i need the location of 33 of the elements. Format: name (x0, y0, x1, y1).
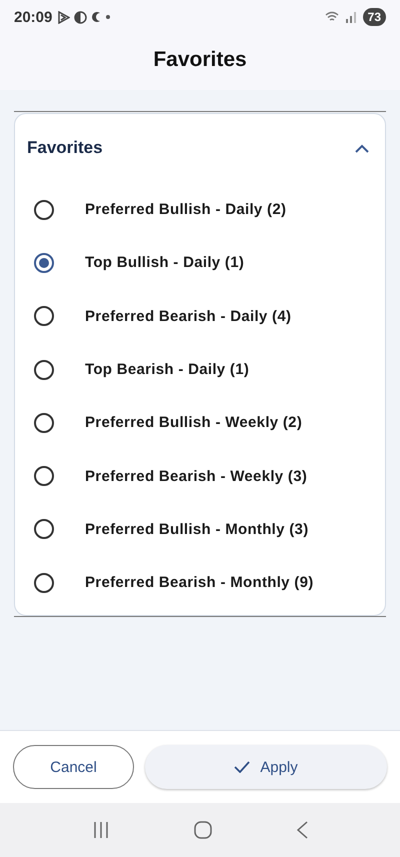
option-label[interactable]: Preferred Bearish - Weekly (3) (85, 468, 308, 485)
wifi-icon (324, 11, 339, 23)
option-label[interactable]: Preferred Bearish - Daily (4) (85, 308, 292, 325)
apply-button[interactable]: Apply (145, 745, 387, 789)
radio-button[interactable] (34, 252, 54, 273)
chevron-up-icon[interactable] (355, 144, 369, 152)
cancel-button[interactable]: Cancel (13, 745, 134, 789)
radio-button[interactable] (34, 200, 54, 220)
radio-button[interactable] (34, 519, 54, 540)
moon-icon (91, 11, 102, 23)
play-icon (58, 10, 70, 24)
page-title: Favorites (153, 48, 247, 72)
contrast-icon (74, 10, 88, 24)
option-label[interactable]: Top Bearish - Daily (1) (85, 361, 250, 378)
radio-button[interactable] (34, 412, 54, 433)
back-icon[interactable] (296, 821, 308, 839)
status-time: 20:09 (14, 8, 52, 26)
signal-icon (344, 11, 357, 23)
check-icon (234, 761, 250, 773)
radio-button[interactable] (34, 466, 54, 486)
home-icon[interactable] (194, 821, 212, 839)
recents-icon[interactable] (92, 821, 110, 839)
option-label[interactable]: Preferred Bearish - Monthly (9) (85, 574, 314, 592)
radio-button[interactable] (34, 306, 54, 326)
battery-level: 73 (362, 8, 386, 26)
option-label[interactable]: Preferred Bullish - Daily (2) (85, 201, 286, 218)
option-label[interactable]: Preferred Bullish - Weekly (2) (85, 414, 302, 432)
section-title: Favorites (27, 138, 103, 158)
radio-button[interactable] (34, 572, 54, 593)
radio-button[interactable] (34, 360, 54, 380)
dot-icon (106, 15, 110, 19)
option-label[interactable]: Top Bullish - Daily (1) (85, 254, 244, 272)
option-label[interactable]: Preferred Bullish - Monthly (3) (85, 520, 308, 538)
